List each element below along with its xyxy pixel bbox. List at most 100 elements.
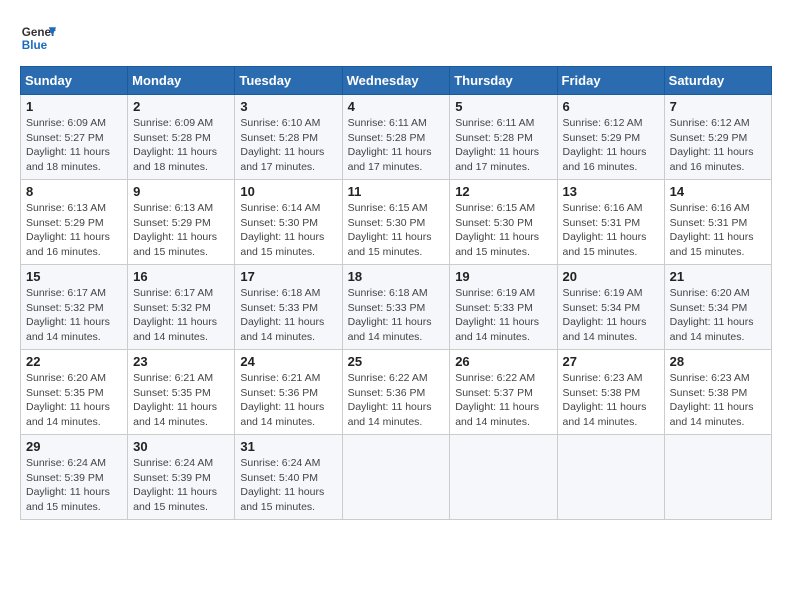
calendar-cell: 3Sunrise: 6:10 AMSunset: 5:28 PMDaylight…	[235, 95, 342, 180]
column-header-friday: Friday	[557, 67, 664, 95]
day-number: 21	[670, 269, 766, 284]
calendar-cell: 15Sunrise: 6:17 AMSunset: 5:32 PMDayligh…	[21, 265, 128, 350]
day-number: 18	[348, 269, 445, 284]
calendar-cell: 22Sunrise: 6:20 AMSunset: 5:35 PMDayligh…	[21, 350, 128, 435]
day-number: 31	[240, 439, 336, 454]
calendar-week-row: 29Sunrise: 6:24 AMSunset: 5:39 PMDayligh…	[21, 435, 772, 520]
day-info: Sunrise: 6:22 AMSunset: 5:37 PMDaylight:…	[455, 371, 551, 430]
day-info: Sunrise: 6:13 AMSunset: 5:29 PMDaylight:…	[133, 201, 229, 260]
column-header-sunday: Sunday	[21, 67, 128, 95]
logo: General Blue	[20, 20, 56, 56]
calendar-cell: 27 Sunrise: 6:23 AMSunset: 5:38 PMDayligh…	[557, 350, 664, 435]
column-header-saturday: Saturday	[664, 67, 771, 95]
day-number: 23	[133, 354, 229, 369]
day-number: 26	[455, 354, 551, 369]
calendar-cell: 9 Sunrise: 6:13 AMSunset: 5:29 PMDaylight…	[128, 180, 235, 265]
day-info: Sunrise: 6:15 AMSunset: 5:30 PMDaylight:…	[348, 201, 445, 260]
column-header-monday: Monday	[128, 67, 235, 95]
day-number: 7	[670, 99, 766, 114]
day-info: Sunrise: 6:16 AMSunset: 5:31 PMDaylight:…	[670, 201, 766, 260]
day-info: Sunrise: 6:17 AMSunset: 5:32 PMDaylight:…	[133, 286, 229, 345]
column-header-wednesday: Wednesday	[342, 67, 450, 95]
calendar-cell: 5 Sunrise: 6:11 AMSunset: 5:28 PMDaylight…	[450, 95, 557, 180]
day-info: Sunrise: 6:20 AMSunset: 5:34 PMDaylight:…	[670, 286, 766, 345]
calendar-cell: 10 Sunrise: 6:14 AMSunset: 5:30 PMDayligh…	[235, 180, 342, 265]
day-number: 2	[133, 99, 229, 114]
calendar-cell: 18 Sunrise: 6:18 AMSunset: 5:33 PMDayligh…	[342, 265, 450, 350]
calendar-cell: 30 Sunrise: 6:24 AMSunset: 5:39 PMDayligh…	[128, 435, 235, 520]
calendar-cell: 28 Sunrise: 6:23 AMSunset: 5:38 PMDayligh…	[664, 350, 771, 435]
logo-icon: General Blue	[20, 20, 56, 56]
day-info: Sunrise: 6:21 AMSunset: 5:36 PMDaylight:…	[240, 371, 336, 430]
calendar-cell: 20 Sunrise: 6:19 AMSunset: 5:34 PMDayligh…	[557, 265, 664, 350]
day-info: Sunrise: 6:22 AMSunset: 5:36 PMDaylight:…	[348, 371, 445, 430]
day-number: 12	[455, 184, 551, 199]
day-info: Sunrise: 6:23 AMSunset: 5:38 PMDaylight:…	[563, 371, 659, 430]
day-info: Sunrise: 6:14 AMSunset: 5:30 PMDaylight:…	[240, 201, 336, 260]
day-info: Sunrise: 6:18 AMSunset: 5:33 PMDaylight:…	[348, 286, 445, 345]
day-info: Sunrise: 6:24 AMSunset: 5:39 PMDaylight:…	[133, 456, 229, 515]
day-info: Sunrise: 6:11 AMSunset: 5:28 PMDaylight:…	[455, 116, 551, 175]
calendar-header-row: SundayMondayTuesdayWednesdayThursdayFrid…	[21, 67, 772, 95]
day-info: Sunrise: 6:23 AMSunset: 5:38 PMDaylight:…	[670, 371, 766, 430]
day-number: 20	[563, 269, 659, 284]
day-number: 10	[240, 184, 336, 199]
day-number: 17	[240, 269, 336, 284]
day-number: 9	[133, 184, 229, 199]
calendar-cell: 12 Sunrise: 6:15 AMSunset: 5:30 PMDayligh…	[450, 180, 557, 265]
calendar-cell: 26 Sunrise: 6:22 AMSunset: 5:37 PMDayligh…	[450, 350, 557, 435]
calendar-cell: 16 Sunrise: 6:17 AMSunset: 5:32 PMDayligh…	[128, 265, 235, 350]
day-info: Sunrise: 6:19 AMSunset: 5:33 PMDaylight:…	[455, 286, 551, 345]
day-number: 14	[670, 184, 766, 199]
calendar-week-row: 8Sunrise: 6:13 AMSunset: 5:29 PMDaylight…	[21, 180, 772, 265]
day-number: 13	[563, 184, 659, 199]
calendar-cell: 4 Sunrise: 6:11 AMSunset: 5:28 PMDaylight…	[342, 95, 450, 180]
calendar-week-row: 15Sunrise: 6:17 AMSunset: 5:32 PMDayligh…	[21, 265, 772, 350]
day-info: Sunrise: 6:24 AMSunset: 5:39 PMDaylight:…	[26, 456, 122, 515]
day-info: Sunrise: 6:19 AMSunset: 5:34 PMDaylight:…	[563, 286, 659, 345]
calendar-cell: 23 Sunrise: 6:21 AMSunset: 5:35 PMDayligh…	[128, 350, 235, 435]
day-number: 25	[348, 354, 445, 369]
day-info: Sunrise: 6:17 AMSunset: 5:32 PMDaylight:…	[26, 286, 122, 345]
column-header-thursday: Thursday	[450, 67, 557, 95]
calendar-cell: 14 Sunrise: 6:16 AMSunset: 5:31 PMDayligh…	[664, 180, 771, 265]
day-number: 16	[133, 269, 229, 284]
day-number: 3	[240, 99, 336, 114]
calendar-cell: 24Sunrise: 6:21 AMSunset: 5:36 PMDayligh…	[235, 350, 342, 435]
calendar-cell: 13Sunrise: 6:16 AMSunset: 5:31 PMDayligh…	[557, 180, 664, 265]
day-info: Sunrise: 6:12 AMSunset: 5:29 PMDaylight:…	[563, 116, 659, 175]
calendar-cell: 8Sunrise: 6:13 AMSunset: 5:29 PMDaylight…	[21, 180, 128, 265]
day-number: 28	[670, 354, 766, 369]
day-number: 30	[133, 439, 229, 454]
calendar-table: SundayMondayTuesdayWednesdayThursdayFrid…	[20, 66, 772, 520]
calendar-cell: 1 Sunrise: 6:09 AMSunset: 5:27 PMDaylight…	[21, 95, 128, 180]
calendar-cell: 7Sunrise: 6:12 AMSunset: 5:29 PMDaylight…	[664, 95, 771, 180]
day-info: Sunrise: 6:21 AMSunset: 5:35 PMDaylight:…	[133, 371, 229, 430]
calendar-week-row: 1 Sunrise: 6:09 AMSunset: 5:27 PMDaylight…	[21, 95, 772, 180]
day-number: 5	[455, 99, 551, 114]
day-number: 27	[563, 354, 659, 369]
day-info: Sunrise: 6:18 AMSunset: 5:33 PMDaylight:…	[240, 286, 336, 345]
column-header-tuesday: Tuesday	[235, 67, 342, 95]
page-header: General Blue	[20, 20, 772, 56]
calendar-cell	[342, 435, 450, 520]
calendar-cell: 31 Sunrise: 6:24 AMSunset: 5:40 PMDayligh…	[235, 435, 342, 520]
calendar-cell: 29Sunrise: 6:24 AMSunset: 5:39 PMDayligh…	[21, 435, 128, 520]
calendar-cell: 19 Sunrise: 6:19 AMSunset: 5:33 PMDayligh…	[450, 265, 557, 350]
day-number: 11	[348, 184, 445, 199]
day-number: 4	[348, 99, 445, 114]
calendar-cell	[557, 435, 664, 520]
day-info: Sunrise: 6:13 AMSunset: 5:29 PMDaylight:…	[26, 201, 122, 260]
calendar-cell	[450, 435, 557, 520]
day-number: 1	[26, 99, 122, 114]
calendar-cell: 11 Sunrise: 6:15 AMSunset: 5:30 PMDayligh…	[342, 180, 450, 265]
svg-text:Blue: Blue	[22, 39, 48, 52]
day-info: Sunrise: 6:15 AMSunset: 5:30 PMDaylight:…	[455, 201, 551, 260]
day-number: 19	[455, 269, 551, 284]
day-info: Sunrise: 6:09 AMSunset: 5:28 PMDaylight:…	[133, 116, 229, 175]
day-info: Sunrise: 6:11 AMSunset: 5:28 PMDaylight:…	[348, 116, 445, 175]
calendar-cell: 21 Sunrise: 6:20 AMSunset: 5:34 PMDayligh…	[664, 265, 771, 350]
calendar-cell	[664, 435, 771, 520]
day-info: Sunrise: 6:09 AMSunset: 5:27 PMDaylight:…	[26, 116, 122, 175]
day-info: Sunrise: 6:24 AMSunset: 5:40 PMDaylight:…	[240, 456, 336, 515]
